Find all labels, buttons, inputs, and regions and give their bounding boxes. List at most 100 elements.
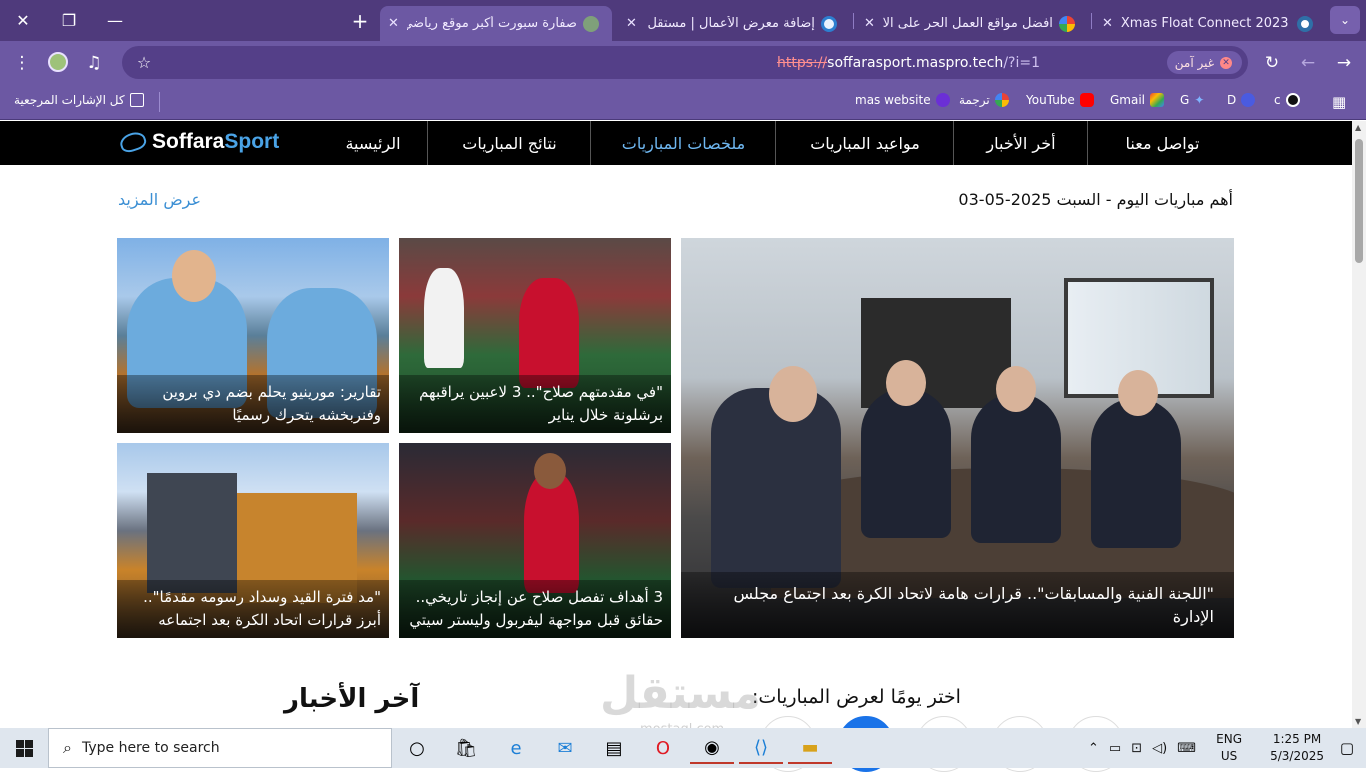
section-title: أهم مباريات اليوم - السبت 2025-05-03 (958, 190, 1233, 209)
close-tab-icon[interactable]: ✕ (388, 16, 399, 31)
tab-soffara[interactable]: ✕ صفارة سبورت أكبر موقع رياضي (380, 6, 612, 41)
language-indicator[interactable]: ENG US (1216, 731, 1242, 765)
nav-label: أخر الأخبار (986, 133, 1056, 153)
wordpress-favicon-icon (1296, 15, 1313, 32)
site-logo[interactable]: SoffaraSport (117, 129, 280, 155)
bookmark-label: ترجمة (959, 93, 990, 107)
network-icon[interactable]: ⊡ (1131, 741, 1142, 756)
reload-icon[interactable]: ↻ (1260, 51, 1284, 75)
taskbar-clock[interactable]: 1:25 PM 5/3/2025 (1270, 731, 1324, 765)
card-caption: تقارير: مورينيو يحلم بضم دي بروين وفنربخ… (117, 375, 389, 433)
show-hidden-icons-icon[interactable]: ⌃ (1088, 741, 1099, 756)
mail-icon[interactable]: ✉ (543, 732, 587, 764)
bookmark-translate[interactable]: ترجمة (959, 93, 1009, 107)
restore-window-icon[interactable]: ❐ (46, 0, 92, 41)
nav-schedule[interactable]: مواعيد المباريات (775, 121, 954, 165)
all-bookmarks-folder[interactable]: كل الإشارات المرجعية (14, 93, 144, 107)
card-caption: "في مقدمتهم صلاح".. 3 لاعبين يراقبهم برش… (399, 375, 671, 433)
keyboard-icon[interactable]: ⌨ (1177, 741, 1196, 756)
tab-mostaql[interactable]: ✕ إضافة معرض الأعمال | مستقل (618, 6, 850, 41)
bookmarks-separator (159, 92, 160, 112)
scroll-down-icon[interactable]: ▼ (1355, 717, 1361, 726)
media-controls-icon[interactable]: ♫ (82, 51, 106, 75)
close-tab-icon[interactable]: ✕ (1102, 16, 1113, 31)
menu-kebab-icon[interactable]: ⋮ (10, 51, 34, 75)
bookmark-gmail[interactable]: Gmail (1110, 93, 1165, 107)
profile-avatar[interactable] (48, 52, 68, 72)
address-bar[interactable]: ☆ https://soffarasport.maspro.tech/?i=1 … (122, 46, 1248, 79)
volume-icon[interactable]: ◁) (1152, 741, 1167, 756)
bookmark-d[interactable]: D (1227, 93, 1256, 107)
security-label: غير آمن (1174, 55, 1214, 70)
url-host: soffarasport.maspro.tech (827, 55, 1004, 71)
vscode-icon[interactable]: ⟨⟩ (739, 732, 783, 764)
bookmark-label: Gmail (1110, 93, 1146, 107)
nav-highlights[interactable]: ملخصات المباريات (590, 121, 776, 165)
card-caption: "اللجنة الفنية والمسابقات".. قرارات هامة… (681, 572, 1234, 638)
soffara-favicon-icon (582, 15, 599, 32)
tab-search-icon[interactable]: ⌄ (1330, 6, 1360, 34)
forward-arrow-icon[interactable]: → (1332, 51, 1356, 75)
d-site-icon (1241, 93, 1256, 107)
taskbar-search[interactable]: ⌕ Type here to search (48, 728, 392, 768)
task-view-icon[interactable]: ○ (395, 732, 439, 764)
close-window-icon[interactable]: ✕ (0, 0, 46, 41)
tab-xmas-float[interactable]: ✕ Xmas Float Connect 2023 (1094, 6, 1328, 41)
site-security-chip[interactable]: غير آمن ✕ (1166, 51, 1242, 74)
news-card[interactable]: "في مقدمتهم صلاح".. 3 لاعبين يراقبهم برش… (399, 238, 671, 433)
new-tab-button[interactable]: + (346, 8, 374, 34)
tab-title: Xmas Float Connect 2023 (1120, 16, 1289, 31)
bookmark-c[interactable]: c (1274, 93, 1300, 107)
nav-latest-news[interactable]: أخر الأخبار (953, 121, 1088, 165)
bookmarks-bar: كل الإشارات المرجعية mas website ترجمة Y… (0, 84, 1366, 120)
tab-title: صفارة سبورت أكبر موقع رياضي (406, 16, 577, 31)
gemini-sparkle-icon: ✦ (1194, 93, 1205, 107)
browser-tab-strip: ✕ ❐ — + ✕ صفارة سبورت أكبر موقع رياضي ✕ … (0, 0, 1366, 41)
tab-freelance-sites[interactable]: ✕ افضل مواقع العمل الحر على الانترنت (856, 6, 1088, 41)
nav-results[interactable]: نتائج المباريات (427, 121, 591, 165)
close-tab-icon[interactable]: ✕ (626, 16, 637, 31)
tab-separator (1091, 13, 1092, 29)
nav-home[interactable]: الرئيسية (318, 121, 428, 165)
bookmark-gemini[interactable]: G ✦ (1180, 93, 1204, 107)
featured-news-card[interactable]: "اللجنة الفنية والمسابقات".. قرارات هامة… (681, 238, 1234, 638)
start-button[interactable] (0, 728, 48, 768)
notifications-icon[interactable]: ▢ (1328, 732, 1366, 764)
news-card[interactable]: "مد فترة القيد وسداد رسومه مقدمًا".. أبر… (117, 443, 389, 638)
page-scrollbar[interactable]: ▲ ▼ (1352, 121, 1366, 728)
clock-time: 1:25 PM (1272, 732, 1322, 746)
news-card[interactable]: تقارير: مورينيو يحلم بضم دي بروين وفنربخ… (117, 238, 389, 433)
url-path: /?i=1 (1003, 55, 1040, 71)
mas-website-icon (935, 93, 950, 107)
folder-icon (129, 93, 144, 107)
mostaql-watermark: مستقل (600, 668, 761, 719)
close-tab-icon[interactable]: ✕ (864, 16, 875, 31)
scrollbar-thumb[interactable] (1355, 139, 1363, 263)
site-navbar: SoffaraSport الرئيسية نتائج المباريات مل… (0, 121, 1352, 165)
windows-logo-icon (15, 739, 33, 757)
bookmark-mas-website[interactable]: mas website (855, 93, 950, 107)
tab-separator (853, 13, 854, 29)
minimize-window-icon[interactable]: — (92, 0, 138, 41)
battery-icon[interactable]: ▭ (1109, 741, 1121, 756)
opera-icon[interactable]: O (641, 732, 685, 764)
back-arrow-icon[interactable]: ← (1296, 51, 1320, 75)
google-favicon-icon (1058, 15, 1075, 32)
latest-news-heading: آخر الأخبار (284, 684, 420, 714)
calculator-icon[interactable]: ▤ (592, 732, 636, 764)
nav-label: ملخصات المباريات (621, 133, 746, 153)
apps-grid-icon[interactable]: ▦ (1332, 93, 1346, 111)
show-more-link[interactable]: عرض المزيد (118, 190, 201, 209)
edge-icon[interactable]: e (494, 732, 538, 764)
news-card[interactable]: 3 أهداف تفصل صلاح عن إنجاز تاريخي.. حقائ… (399, 443, 671, 638)
scroll-up-icon[interactable]: ▲ (1355, 123, 1361, 132)
chrome-icon[interactable]: ◉ (690, 732, 734, 764)
url-text[interactable]: https://soffarasport.maspro.tech/?i=1 (777, 55, 1040, 71)
nav-contact[interactable]: تواصل معنا (1087, 121, 1237, 165)
bookmark-youtube[interactable]: YouTube (1026, 93, 1094, 107)
store-icon[interactable]: 🛍 (444, 732, 488, 764)
bookmark-star-icon[interactable]: ☆ (132, 50, 156, 74)
lang-code: ENG (1216, 732, 1242, 746)
logo-text-sport: Sport (224, 130, 280, 153)
file-explorer-icon[interactable]: ▬ (788, 732, 832, 764)
